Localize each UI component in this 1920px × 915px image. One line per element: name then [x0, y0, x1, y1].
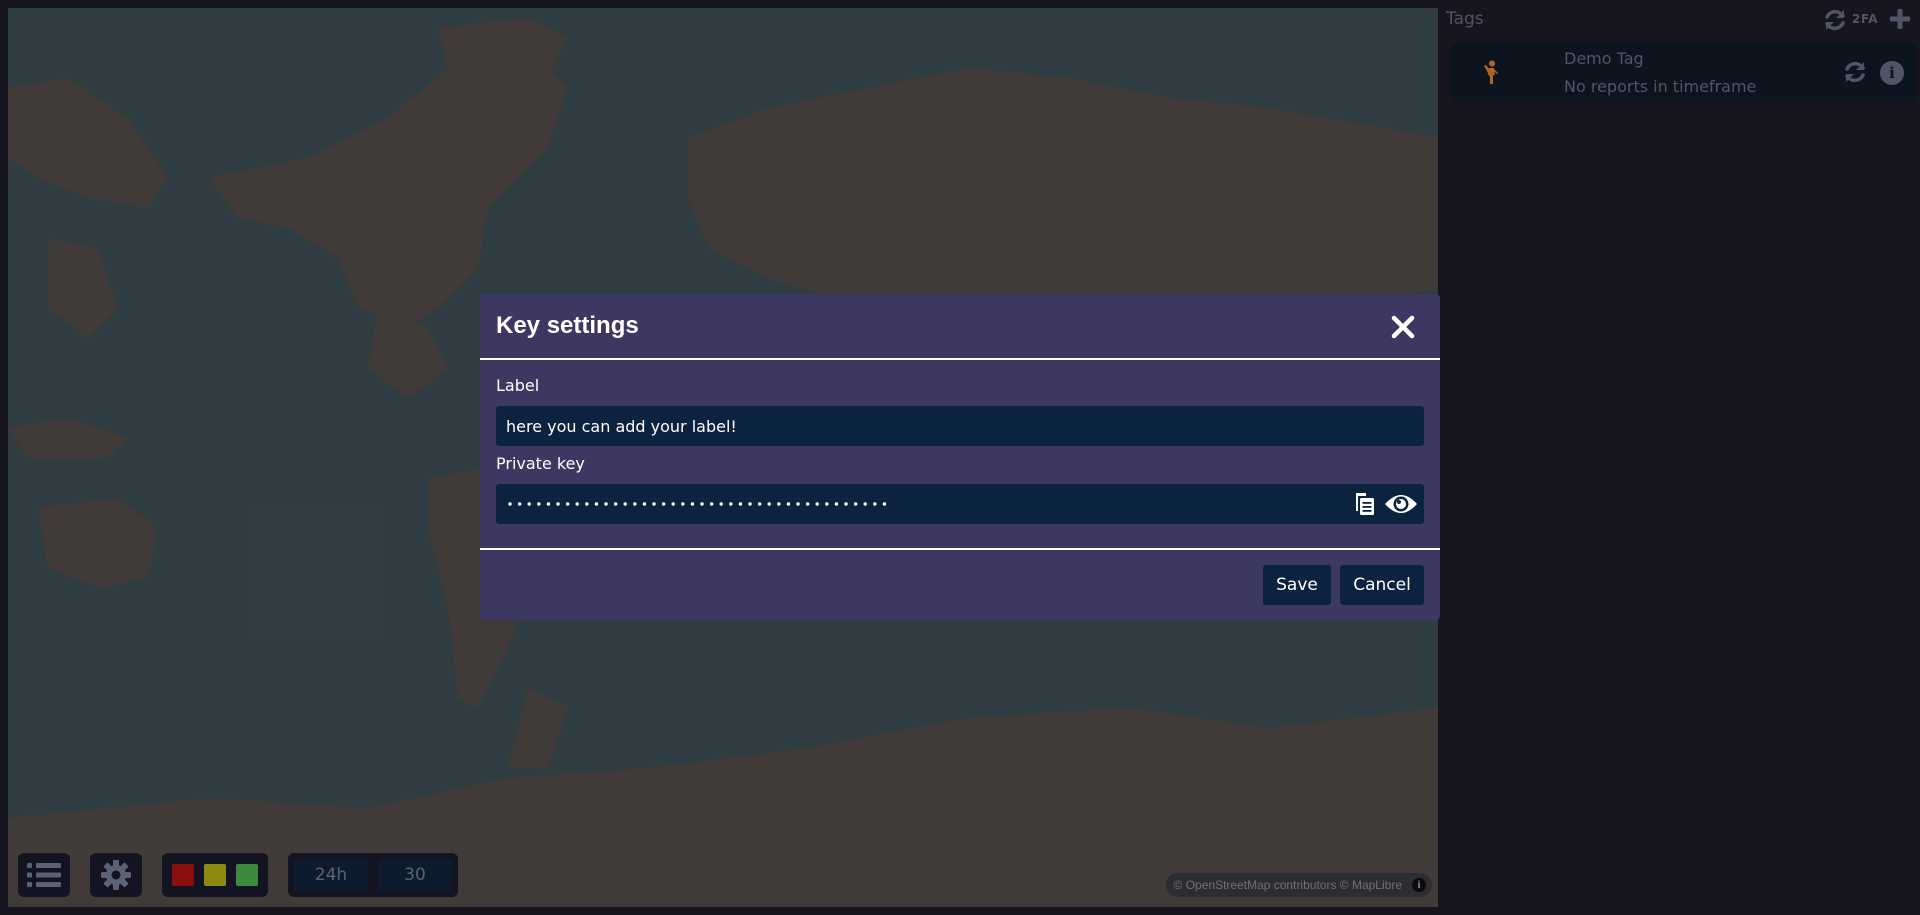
attribution-info-icon[interactable]: i [1412, 878, 1426, 892]
sidebar-header: Tags 2FA [1438, 0, 1920, 40]
masked-char-dot [844, 502, 848, 506]
private-key-masked-value [508, 502, 887, 506]
header-divider [480, 358, 1440, 360]
app-root: 24h 30 © OpenStreetMap contributors © Ma… [0, 0, 1920, 915]
masked-char-dot [594, 502, 599, 506]
masked-char-dot [796, 502, 800, 506]
settings-button[interactable] [90, 853, 142, 897]
map-attribution: © OpenStreetMap contributors © MapLibre … [1165, 873, 1432, 897]
masked-char-dot [633, 502, 637, 506]
close-button[interactable] [1388, 312, 1418, 342]
green-filter-swatch[interactable] [236, 864, 258, 886]
tag-name: Demo Tag [1564, 49, 1644, 68]
masked-char-dot [508, 502, 512, 506]
list-icon [27, 863, 61, 887]
masked-char-dot [709, 502, 714, 506]
masked-char-dot [661, 502, 666, 506]
label-input[interactable] [496, 406, 1424, 446]
refresh-tag-icon[interactable] [1842, 59, 1868, 85]
gear-icon [101, 860, 131, 890]
masked-char-dot [748, 502, 752, 506]
masked-char-dot [873, 502, 877, 506]
tag-list-item[interactable]: Demo Tag No reports in timeframe i [1452, 43, 1916, 103]
masked-char-dot [815, 502, 819, 506]
private-key-input[interactable] [496, 484, 1424, 524]
masked-char-dot [729, 502, 733, 506]
masked-char-dot [738, 502, 743, 506]
cancel-button[interactable]: Cancel [1340, 565, 1424, 605]
masked-char-dot [805, 502, 810, 506]
masked-char-dot [527, 502, 531, 506]
add-tag-icon[interactable] [1888, 7, 1912, 31]
masked-char-dot [623, 502, 627, 506]
timeframe-controls: 24h 30 [288, 853, 458, 897]
masked-char-dot [700, 502, 704, 506]
private-key-label: Private key [496, 454, 585, 473]
masked-char-dot [652, 502, 656, 506]
masked-char-dot [642, 502, 647, 506]
masked-char-dot [853, 502, 858, 506]
copy-icon[interactable] [1354, 492, 1376, 516]
masked-char-dot [517, 502, 522, 506]
color-filter-group [162, 853, 268, 897]
masked-char-dot [575, 502, 579, 506]
save-button[interactable]: Save [1263, 565, 1331, 605]
masked-char-dot [777, 502, 781, 506]
sidebar-title: Tags [1446, 9, 1484, 29]
masked-char-dot [537, 502, 541, 506]
masked-char-dot [767, 502, 771, 506]
masked-char-dot [825, 502, 829, 506]
person-icon [1484, 60, 1498, 84]
masked-char-dot [882, 502, 887, 506]
count-button[interactable]: 30 [378, 859, 452, 891]
masked-char-dot [834, 502, 839, 506]
yellow-filter-swatch[interactable] [204, 864, 226, 886]
masked-char-dot [613, 502, 618, 506]
masked-char-dot [604, 502, 608, 506]
masked-char-dot [690, 502, 695, 506]
attribution-text[interactable]: © OpenStreetMap contributors © MapLibre [1174, 878, 1402, 892]
masked-char-dot [719, 502, 723, 506]
masked-char-dot [671, 502, 675, 506]
tag-status: No reports in timeframe [1564, 77, 1757, 96]
eye-icon[interactable] [1384, 492, 1418, 516]
tag-info-icon[interactable]: i [1880, 61, 1904, 85]
masked-char-dot [681, 502, 685, 506]
dialog-title: Key settings [496, 312, 639, 339]
list-toggle-button[interactable] [18, 853, 70, 897]
footer-divider [480, 548, 1440, 550]
red-filter-swatch[interactable] [172, 864, 194, 886]
refresh-all-icon[interactable] [1822, 7, 1848, 33]
masked-char-dot [546, 502, 551, 506]
label-field-label: Label [496, 376, 540, 395]
timeframe-button[interactable]: 24h [294, 859, 368, 891]
masked-char-dot [786, 502, 791, 506]
masked-char-dot [565, 502, 570, 506]
masked-char-dot [863, 502, 867, 506]
masked-char-dot [757, 502, 762, 506]
tags-sidebar: Tags 2FA Demo Tag No reports in timefram… [1438, 0, 1920, 915]
masked-char-dot [556, 502, 560, 506]
twofa-button[interactable]: 2FA [1852, 12, 1878, 26]
masked-char-dot [585, 502, 589, 506]
close-icon [1391, 315, 1415, 339]
